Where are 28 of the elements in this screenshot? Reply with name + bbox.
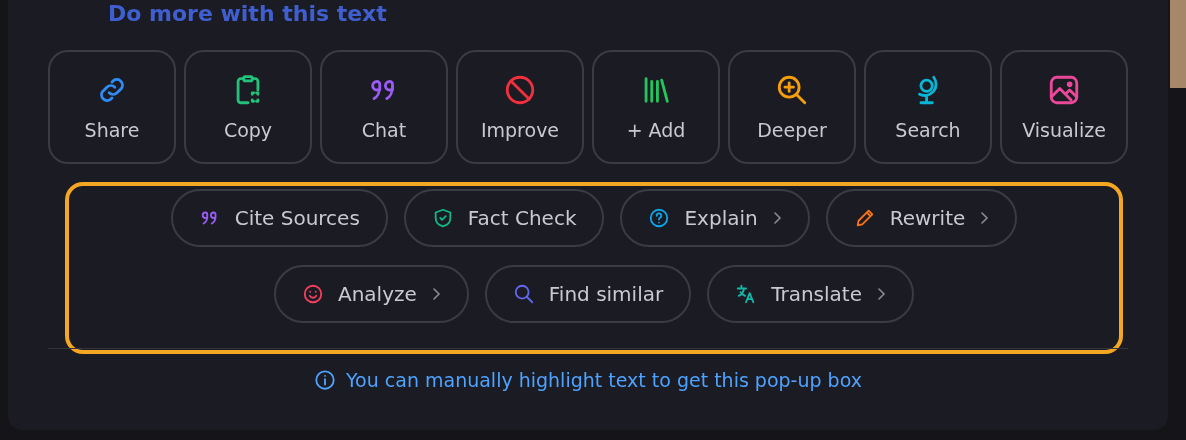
hint-text: You can manually highlight text to get this pop-up box (346, 369, 862, 391)
prohibited-icon (503, 73, 537, 107)
chevron-icon (876, 287, 886, 301)
tool-chip[interactable]: Explain (620, 189, 810, 247)
info-icon (314, 369, 336, 391)
tool-chip[interactable]: Rewrite (825, 189, 1018, 247)
question-icon (648, 207, 671, 229)
search-icon (512, 283, 535, 305)
tool-chip[interactable]: Find similar (484, 265, 692, 323)
tool-chip[interactable]: Analyze (274, 265, 469, 323)
tool-chip[interactable]: Translate (707, 265, 914, 323)
chevron-icon (430, 287, 441, 301)
action-button[interactable]: Copy (184, 50, 312, 164)
chevron-icon (771, 211, 782, 225)
tool-chip[interactable]: Fact Check (403, 189, 605, 247)
action-button[interactable]: Improve (456, 50, 584, 164)
zoom-in-icon (775, 73, 809, 107)
action-button[interactable]: Share (48, 50, 176, 164)
smiley-icon (302, 283, 324, 305)
popup-heading: Do more with this text (107, 0, 388, 28)
action-button[interactable]: Chat (320, 50, 448, 164)
tool-chip[interactable]: Cite Sources (170, 189, 388, 247)
chevron-icon (979, 211, 990, 225)
action-button[interactable]: Visualize (1000, 50, 1128, 164)
action-button[interactable]: + Add (592, 50, 720, 164)
image-icon (1047, 73, 1081, 107)
action-button[interactable]: Search (864, 50, 992, 164)
action-button[interactable]: Deeper (728, 50, 856, 164)
